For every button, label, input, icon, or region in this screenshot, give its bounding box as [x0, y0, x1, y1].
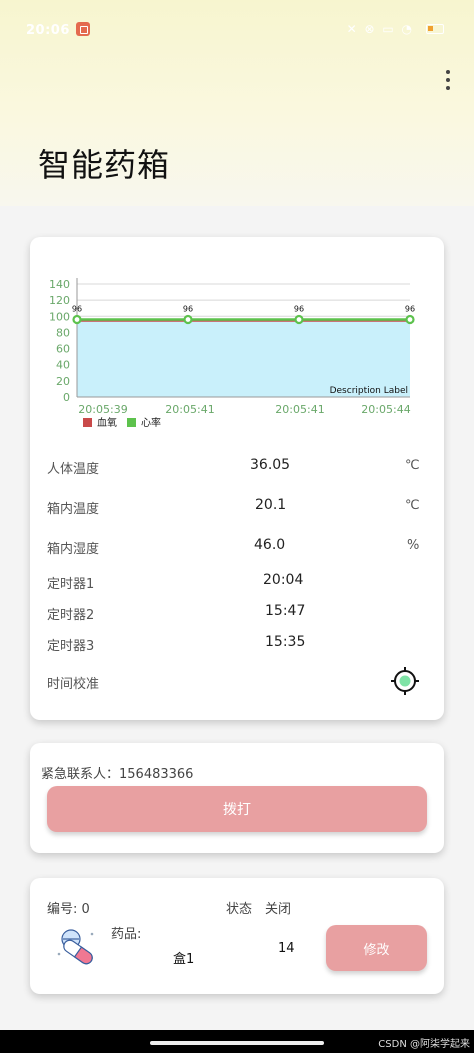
- y-tick-label: 80: [56, 326, 70, 339]
- body-temp-unit: ℃: [405, 458, 420, 473]
- box-humidity-unit: %: [407, 538, 420, 553]
- medicine-card: 编号: 0 状态 关闭 药品: 盒1 14 修改: [30, 878, 444, 994]
- x-tick-label: 20:05:41: [165, 403, 214, 416]
- more-vertical-icon[interactable]: [442, 70, 454, 92]
- drug-quantity: 14: [278, 941, 295, 956]
- y-tick-label: 120: [49, 294, 70, 307]
- y-tick-label: 60: [56, 343, 70, 356]
- box-temp-value: 20.1: [255, 497, 287, 513]
- drug-name: 盒1: [173, 952, 195, 967]
- x-tick-label: 20:05:44: [361, 403, 410, 416]
- legend-label: 心率: [141, 416, 161, 429]
- box-humidity-value: 46.0: [254, 537, 286, 553]
- sensor-card: 0 20 40 60 80 100 120 140 96 96 96 96 20:05:39 20:05:…: [30, 237, 444, 720]
- timer2-label: 定时器2: [47, 608, 95, 623]
- data-point: [405, 314, 415, 325]
- call-button[interactable]: 拨打: [47, 786, 427, 832]
- data-point: [294, 314, 304, 325]
- medicine-status-value: 关闭: [265, 902, 292, 917]
- data-label: 96: [72, 305, 82, 314]
- y-tick-label: 140: [49, 278, 70, 291]
- box-humidity-label: 箱内湿度: [47, 542, 100, 557]
- medicine-status-label: 状态: [226, 902, 253, 917]
- navigation-bar: CSDN @阿柒学起来: [0, 1030, 474, 1053]
- y-tick-label: 40: [56, 359, 70, 372]
- timer2-value[interactable]: 15:47: [265, 603, 305, 619]
- status-icons: ✕ ⊗ ▭ ◔: [346, 22, 414, 36]
- legend-swatch: [83, 418, 92, 427]
- data-point: [183, 314, 193, 325]
- emergency-contact-label: 紧急联系人：156483366: [41, 767, 194, 782]
- box-temp-label: 箱内温度: [47, 502, 100, 517]
- oxygen-heart-rate-chart: 0 20 40 60 80 100 120 140 96 96 96 96 20:05:39 20:05:…: [49, 278, 415, 429]
- home-indicator[interactable]: [150, 1041, 324, 1045]
- header: 20:06 ✕ ⊗ ▭ ◔ 智能药箱: [0, 0, 474, 206]
- watermark: CSDN @阿柒学起来: [378, 1039, 470, 1050]
- body-temp-label: 人体温度: [47, 462, 100, 477]
- emergency-contact-card: 紧急联系人：156483366 拨打: [30, 743, 444, 853]
- timer1-value[interactable]: 20:04: [263, 572, 303, 588]
- x-tick-label: 20:05:39: [78, 403, 127, 416]
- timer1-label: 定时器1: [47, 577, 95, 592]
- drug-label: 药品:: [111, 927, 142, 942]
- crosshair-target-icon[interactable]: [390, 666, 420, 696]
- data-label: 96: [183, 305, 193, 314]
- data-point: [72, 314, 82, 325]
- legend-swatch: [127, 418, 136, 427]
- status-bar: 20:06 ✕ ⊗ ▭ ◔: [0, 18, 474, 46]
- page-title: 智能药箱: [38, 146, 171, 184]
- timer3-label: 定时器3: [47, 639, 95, 654]
- body-temp-value: 36.05: [250, 457, 291, 473]
- x-tick-label: 20:05:41: [275, 403, 324, 416]
- status-time: 20:06: [26, 23, 70, 38]
- y-tick-label: 0: [63, 391, 70, 404]
- time-calibrate-label: 时间校准: [47, 677, 100, 692]
- data-label: 96: [405, 305, 415, 314]
- description-label: Description Label: [330, 386, 408, 396]
- y-tick-label: 100: [49, 310, 70, 323]
- battery-icon: [426, 24, 444, 34]
- data-label: 96: [294, 305, 304, 314]
- medicine-number: 编号: 0: [47, 902, 90, 917]
- pill-icon: [57, 929, 94, 965]
- timer3-value[interactable]: 15:35: [265, 634, 305, 650]
- edit-button[interactable]: 修改: [326, 925, 427, 971]
- box-temp-unit: ℃: [405, 498, 420, 513]
- notification-app-icon: [76, 22, 90, 36]
- y-tick-label: 20: [56, 375, 70, 388]
- legend-label: 血氧: [97, 416, 117, 429]
